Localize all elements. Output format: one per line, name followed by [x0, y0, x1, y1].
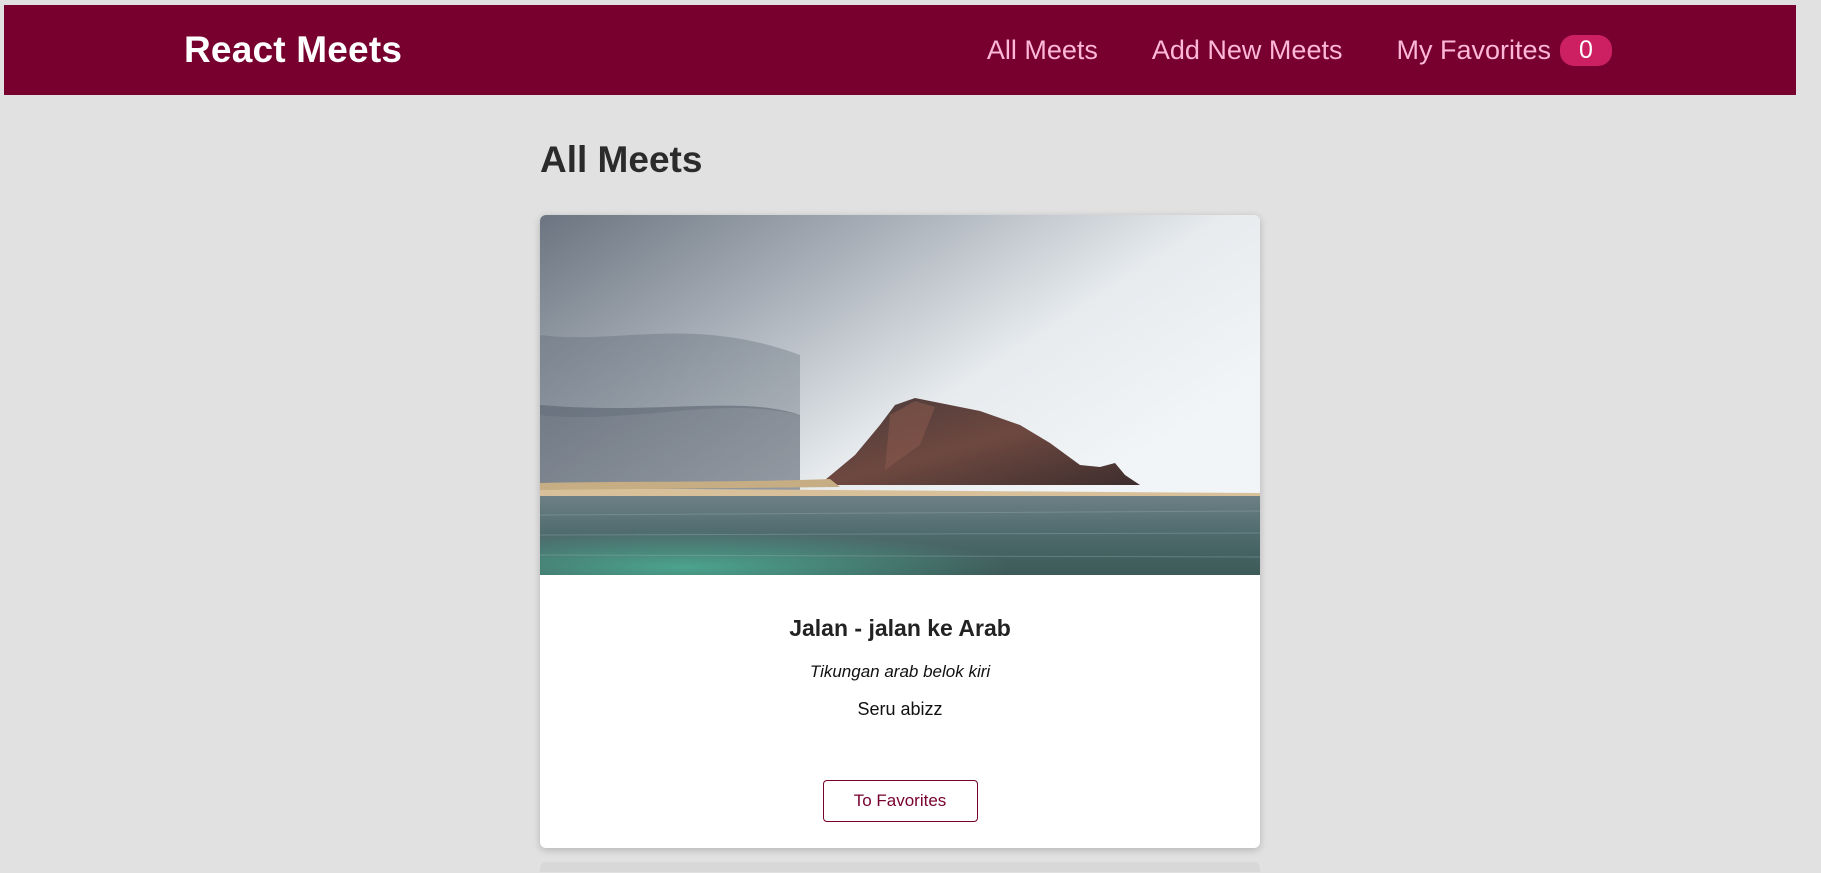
next-meet-card-peek: [540, 862, 1260, 872]
app-viewport: React Meets All Meets Add New Meets My F…: [0, 0, 1821, 873]
meet-content: Jalan - jalan ke Arab Tikungan arab belo…: [540, 575, 1260, 720]
nav-my-favorites-label: My Favorites: [1396, 34, 1551, 65]
favorites-count-badge: 0: [1560, 34, 1612, 66]
meet-card: Jalan - jalan ke Arab Tikungan arab belo…: [540, 215, 1260, 848]
meet-actions: To Favorites: [540, 720, 1260, 848]
meet-title: Jalan - jalan ke Arab: [789, 615, 1011, 641]
main-header: React Meets All Meets Add New Meets My F…: [4, 5, 1796, 95]
logo[interactable]: React Meets: [184, 29, 402, 71]
page-title: All Meets: [540, 139, 703, 180]
meet-address: Tikungan arab belok kiri: [809, 662, 991, 681]
meet-description: Seru abizz: [857, 699, 943, 719]
to-favorites-button[interactable]: To Favorites: [822, 780, 978, 822]
main-content: All Meets Jalan - jalan ke Arab Tikungan…: [540, 140, 1260, 872]
island-photo-icon: [540, 215, 1260, 575]
nav-add-new-meets[interactable]: Add New Meets: [1152, 35, 1343, 66]
nav-all-meets[interactable]: All Meets: [987, 35, 1098, 66]
nav-my-favorites[interactable]: My Favorites 0: [1396, 34, 1612, 66]
main-nav: All Meets Add New Meets My Favorites 0: [987, 34, 1616, 66]
